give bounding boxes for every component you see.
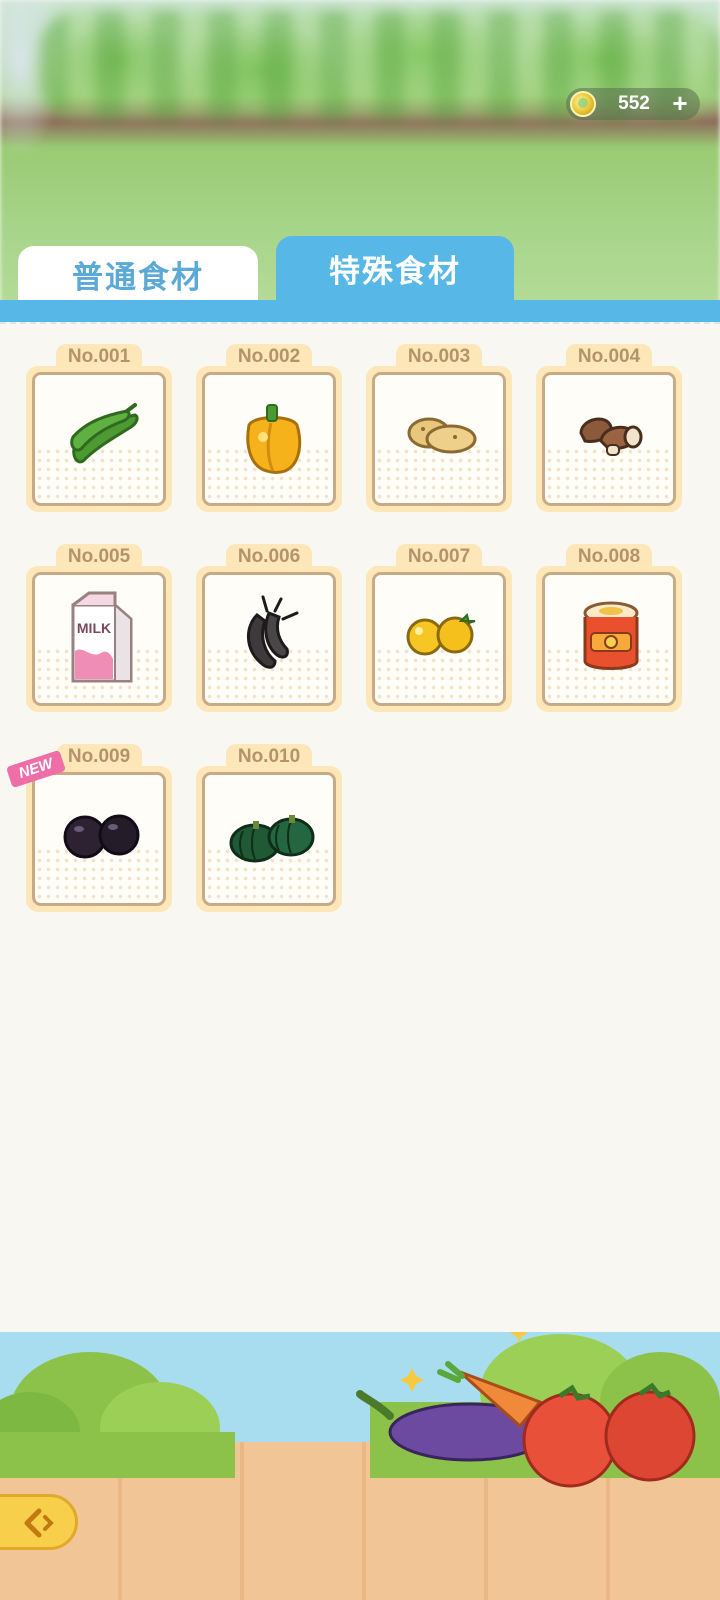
ingredient-card[interactable]: No.009 NEW — [5, 744, 172, 912]
add-currency-button[interactable]: + — [668, 90, 692, 116]
pumpkin-icon — [229, 815, 315, 863]
ingredient-card[interactable]: No.001 — [26, 344, 172, 512]
mushroom-icon — [579, 417, 643, 456]
back-button[interactable] — [0, 1494, 78, 1550]
rainbow-coin-icon — [570, 91, 596, 117]
ingredient-card[interactable]: No.004 — [536, 344, 682, 512]
item-number-label: No.008 — [566, 544, 652, 568]
yellow-tomato-icon — [406, 613, 476, 656]
bottom-scenery — [0, 1332, 720, 1600]
yellow-bell-pepper-icon — [246, 404, 302, 474]
ingredient-card[interactable]: No.002 — [196, 344, 342, 512]
ingredient-card[interactable]: No.007 — [366, 544, 512, 712]
currency-display: 552 + — [566, 88, 700, 120]
milk-text: MILK — [77, 620, 111, 636]
ingredient-card[interactable]: No.006 — [196, 544, 342, 712]
item-number-label: No.004 — [566, 344, 652, 368]
jam-jar-icon — [583, 601, 639, 670]
item-number-label: No.009 — [56, 744, 142, 768]
ingredient-card[interactable]: No.003 — [366, 344, 512, 512]
vegetable-decoration — [0, 1332, 720, 1488]
tab-normal-ingredients[interactable]: 普通食材 — [18, 246, 258, 302]
ingredient-card[interactable]: No.008 — [536, 544, 682, 712]
tab-bar — [0, 300, 720, 322]
item-number-label: No.005 — [56, 544, 142, 568]
item-number-label: No.001 — [56, 344, 142, 368]
ingredient-card[interactable]: No.010 — [196, 744, 342, 912]
ingredient-card[interactable]: MILK No.005 — [26, 544, 172, 712]
milk-carton-icon: MILK — [71, 591, 133, 683]
tab-special-ingredients[interactable]: 特殊食材 — [276, 236, 514, 300]
currency-value: 552 — [618, 93, 650, 114]
item-number-label: No.007 — [396, 544, 482, 568]
eggplant-icon — [63, 814, 140, 859]
item-number-label: No.006 — [226, 544, 312, 568]
item-number-label: No.003 — [396, 344, 482, 368]
potato-icon — [407, 417, 477, 454]
item-number-label: No.010 — [226, 744, 312, 768]
item-number-label: No.002 — [226, 344, 312, 368]
shrimp-icon — [247, 595, 299, 669]
back-arrow-icon — [24, 1508, 54, 1538]
green-pepper-icon — [70, 403, 139, 464]
